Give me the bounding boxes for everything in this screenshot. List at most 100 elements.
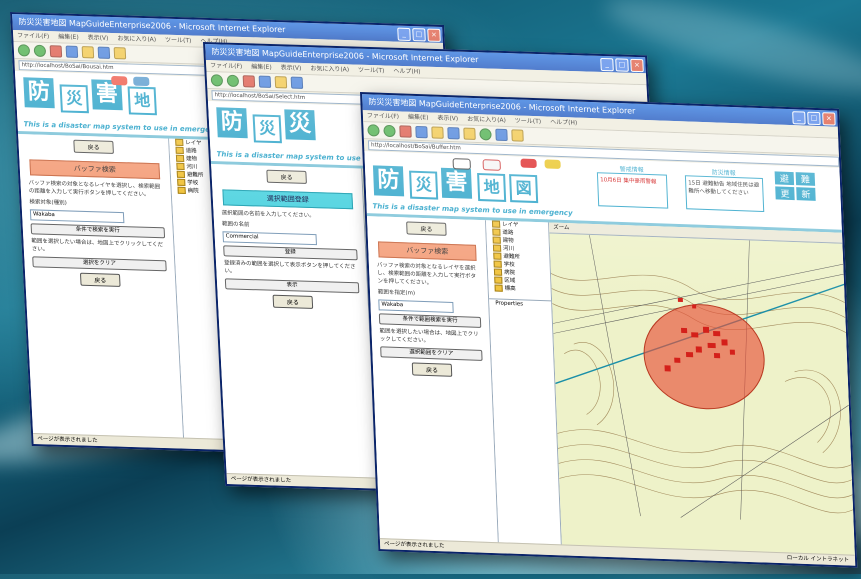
side-buttons: 避 難 更 新	[774, 171, 816, 201]
clear-selection-button[interactable]: 選択範囲をクリア	[380, 346, 483, 361]
refresh-icon[interactable]	[65, 45, 79, 58]
menu-edit[interactable]: 編集(E)	[251, 63, 272, 71]
search-icon[interactable]	[290, 76, 304, 89]
side-panel: 戻る 選択範囲登録 選択範囲の名前を入力してください。 範囲の名前 Commer…	[211, 164, 378, 479]
menu-file[interactable]: ファイル(F)	[210, 62, 242, 70]
home-icon[interactable]	[431, 126, 444, 139]
back-button[interactable]: 戻る	[272, 294, 314, 309]
mail-icon[interactable]	[495, 128, 508, 142]
menu-view[interactable]: 表示(V)	[87, 34, 108, 42]
stop-icon[interactable]	[399, 125, 412, 138]
search-icon[interactable]	[97, 46, 111, 59]
menu-file[interactable]: ファイル(F)	[367, 112, 399, 120]
menu-edit[interactable]: 編集(E)	[58, 33, 79, 41]
folder-icon	[494, 276, 503, 284]
close-button[interactable]: ×	[630, 58, 644, 72]
maximize-button[interactable]: □	[412, 27, 426, 41]
car-icon	[133, 76, 150, 87]
menu-view[interactable]: 表示(V)	[280, 64, 301, 72]
close-button[interactable]: ×	[427, 28, 441, 42]
print-icon[interactable]	[511, 129, 524, 142]
back-button[interactable]: 戻る	[266, 169, 307, 184]
menu-help[interactable]: ヘルプ(H)	[550, 119, 577, 127]
forward-icon[interactable]	[383, 124, 396, 138]
layer-select[interactable]: Wakaba	[29, 209, 125, 224]
range-search-button[interactable]: 条件で範囲検索を実行	[378, 313, 482, 328]
note-text: 範囲を選択したい場合は、地図上でクリックしてください。	[379, 328, 479, 345]
stop-icon[interactable]	[242, 75, 256, 88]
name-input[interactable]: Commercial	[222, 231, 317, 246]
side-button[interactable]: 避	[774, 171, 795, 186]
zoom-tool[interactable]: ズーム	[553, 225, 570, 232]
media-icon[interactable]	[479, 128, 492, 141]
menu-favorites[interactable]: お気に入り(A)	[117, 35, 156, 43]
minimize-button[interactable]: _	[397, 27, 411, 41]
logo-kanji: 防	[216, 107, 248, 139]
folder-icon	[492, 236, 501, 244]
side-button[interactable]: 難	[795, 172, 816, 186]
logo-kanji: 災	[252, 114, 282, 144]
maximize-button[interactable]: □	[807, 111, 821, 125]
register-button[interactable]: 登録	[223, 245, 358, 261]
tree-item[interactable]: 標高	[489, 284, 551, 294]
favorites-icon[interactable]	[113, 47, 127, 60]
menu-help[interactable]: ヘルプ(H)	[393, 68, 421, 76]
menu-tools[interactable]: ツール(T)	[165, 37, 192, 45]
maximize-button[interactable]: □	[615, 57, 629, 72]
show-button[interactable]: 表示	[224, 278, 360, 294]
map-canvas[interactable]	[549, 233, 855, 524]
folder-icon	[176, 170, 186, 179]
search-button[interactable]: 条件で検索を実行	[30, 223, 166, 239]
forward-icon[interactable]	[33, 44, 47, 58]
info-box-text: 15日 避難勧告 地域住民は避難所へ移動してください	[684, 175, 765, 212]
home-icon[interactable]	[81, 46, 95, 59]
logo-kanji: 災	[409, 170, 439, 200]
menu-favorites[interactable]: お気に入り(A)	[467, 116, 506, 124]
folder-icon	[175, 138, 184, 147]
close-button[interactable]: ×	[822, 111, 836, 126]
search-icon[interactable]	[447, 127, 460, 140]
car-icon	[111, 75, 128, 86]
info-box: 防災情報 15日 避難勧告 地域住民は避難所へ移動してください	[684, 166, 765, 212]
minimize-button[interactable]: _	[792, 110, 806, 125]
refresh-icon[interactable]	[415, 125, 428, 139]
folder-icon	[493, 252, 502, 260]
instructions: バッファ検索の対象となるレイヤを選択し、検索範囲の距離を入力して実行ボタンを押し…	[28, 180, 161, 198]
minimize-button[interactable]: _	[600, 57, 614, 71]
clear-selection-button[interactable]: 選択をクリア	[32, 256, 167, 272]
menu-favorites[interactable]: お気に入り(A)	[310, 65, 349, 73]
back-icon[interactable]	[367, 124, 380, 137]
logo-kanji: 害	[440, 167, 473, 199]
alert-box-text: 10月6日 集中豪雨警報	[596, 172, 669, 209]
folder-icon	[177, 178, 186, 187]
back-button[interactable]: 戻る	[411, 362, 453, 377]
note-text: 登録済みの範囲を選択して表示ボタンを押してください。	[223, 260, 356, 275]
alert-box: 警戒情報 10月6日 集中豪雨警報	[596, 163, 669, 209]
menu-tools[interactable]: ツール(T)	[358, 67, 385, 75]
refresh-icon[interactable]	[258, 75, 272, 88]
side-button[interactable]: 新	[796, 187, 816, 201]
menu-tools[interactable]: ツール(T)	[515, 117, 542, 125]
folder-icon	[177, 186, 186, 195]
section-title: バッファ検索	[377, 241, 477, 261]
favorites-icon[interactable]	[463, 127, 476, 140]
menu-edit[interactable]: 編集(E)	[408, 114, 429, 122]
back-icon[interactable]	[210, 74, 224, 87]
back-button[interactable]: 戻る	[79, 272, 121, 287]
back-button[interactable]: 戻る	[73, 139, 114, 154]
instructions: 選択範囲の名前を入力してください。	[221, 210, 315, 220]
map-view[interactable]: ズーム	[548, 222, 855, 556]
side-button[interactable]: 更	[775, 186, 795, 201]
side-panel: 戻る バッファ検索 バッファ検索の対象となるレイヤを選択し、検索範囲の距離を入力…	[18, 134, 185, 439]
back-icon[interactable]	[17, 44, 31, 57]
back-button[interactable]: 戻る	[406, 221, 447, 236]
folder-icon	[175, 146, 184, 155]
stop-icon[interactable]	[49, 45, 63, 58]
distance-select[interactable]: Wakaba	[378, 299, 454, 313]
menu-view[interactable]: 表示(V)	[437, 115, 458, 123]
menu-file[interactable]: ファイル(F)	[17, 32, 49, 40]
home-icon[interactable]	[274, 76, 288, 89]
forward-icon[interactable]	[226, 74, 240, 88]
logo-kanji: 災	[284, 109, 316, 141]
side-panel: 戻る バッファ検索 バッファ検索の対象となるレイヤを選択し、検索範囲の距離を入力…	[366, 216, 499, 544]
